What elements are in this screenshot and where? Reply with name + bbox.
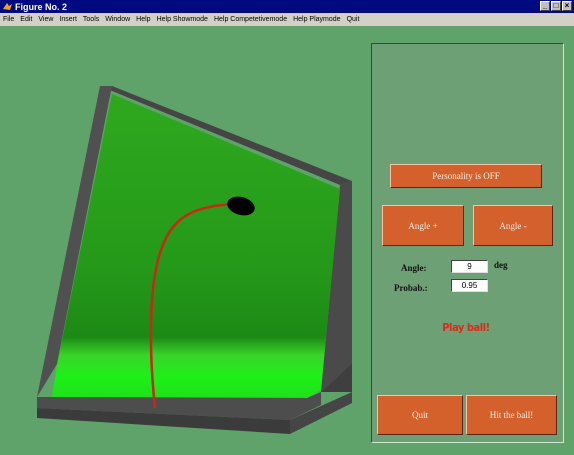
menu-help-showmode[interactable]: Help Showmode — [157, 16, 208, 23]
angle-plus-button[interactable]: Angle + — [382, 205, 464, 246]
hit-ball-button[interactable]: Hit the ball! — [466, 395, 557, 435]
menu-help-playmode[interactable]: Help Playmode — [293, 16, 340, 23]
personality-button[interactable]: Personality is OFF — [390, 164, 542, 188]
maximize-button[interactable]: □ — [551, 1, 561, 11]
window-title: Figure No. 2 — [15, 1, 68, 12]
menu-tools[interactable]: Tools — [83, 16, 99, 23]
menu-view[interactable]: View — [38, 16, 53, 23]
angle-unit-label: deg — [494, 260, 508, 270]
menu-file[interactable]: File — [3, 16, 14, 23]
menu-insert[interactable]: Insert — [59, 16, 77, 23]
window-titlebar: Figure No. 2 _ □ × — [0, 0, 574, 13]
quit-button[interactable]: Quit — [377, 395, 463, 435]
angle-minus-button[interactable]: Angle - — [473, 205, 553, 246]
status-message: Play ball! — [442, 321, 490, 334]
window-controls: _ □ × — [540, 1, 572, 11]
menu-edit[interactable]: Edit — [20, 16, 32, 23]
matlab-figure-icon — [3, 2, 12, 11]
minimize-button[interactable]: _ — [540, 1, 550, 11]
probability-label: Probab.: — [394, 283, 428, 293]
angle-label: Angle: — [401, 263, 427, 273]
probability-field[interactable]: 0.95 — [451, 279, 488, 292]
menu-window[interactable]: Window — [105, 16, 130, 23]
menu-bar: File Edit View Insert Tools Window Help … — [0, 13, 574, 26]
close-button[interactable]: × — [562, 1, 572, 11]
menu-quit[interactable]: Quit — [347, 16, 360, 23]
menu-help[interactable]: Help — [136, 16, 150, 23]
menu-help-competetivemode[interactable]: Help Competetivemode — [214, 16, 287, 23]
angle-field[interactable]: 9 — [451, 260, 488, 273]
